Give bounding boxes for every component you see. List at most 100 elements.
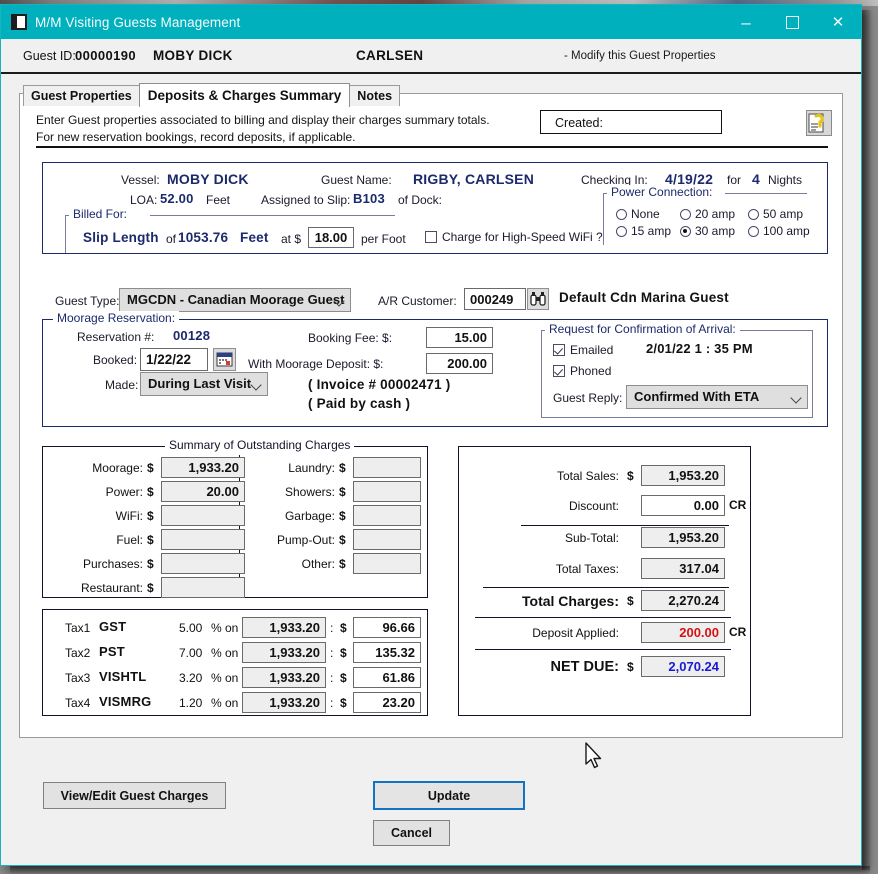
tax2-base[interactable]: 1,933.20: [242, 642, 326, 663]
ar-customer-name: Default Cdn Marina Guest: [559, 290, 729, 305]
guest-reply-select[interactable]: Confirmed With ETA: [626, 385, 808, 409]
discount-input[interactable]: 0.00: [641, 495, 725, 516]
tax3-base[interactable]: 1,933.20: [242, 667, 326, 688]
charge-label-garbage: Garbage:: [253, 509, 335, 523]
tax4-num: Tax4: [65, 696, 90, 710]
net-due-label: NET DUE:: [487, 659, 619, 675]
power-option-30amp[interactable]: 30 amp: [680, 224, 735, 238]
calendar-icon[interactable]: [213, 348, 236, 371]
guest-name-value: RIGBY, CARLSEN: [413, 171, 534, 187]
charge-input-restaurant[interactable]: [161, 577, 245, 598]
help-document-icon[interactable]: [806, 110, 832, 136]
charge-input-other[interactable]: [353, 553, 421, 574]
total-sales-label: Total Sales:: [489, 469, 619, 483]
guest-type-label: Guest Type:: [55, 294, 119, 308]
phoned-checkbox-box: [553, 365, 565, 377]
power-option-15amp[interactable]: 15 amp: [616, 224, 671, 238]
made-label: Made:: [105, 378, 138, 392]
charge-input-pump-out[interactable]: [353, 529, 421, 550]
booked-date-input[interactable]: 1/22/22: [140, 348, 208, 371]
power-option-none[interactable]: None: [616, 207, 660, 221]
outstanding-charges-title: Summary of Outstanding Charges: [165, 438, 354, 452]
charge-input-moorage[interactable]: 1,933.20: [161, 457, 245, 478]
tax4-base[interactable]: 1,933.20: [242, 692, 326, 713]
tab-deposits-charges-summary[interactable]: Deposits & Charges Summary: [139, 83, 351, 107]
intro-line-2: For new reservation bookings, record dep…: [36, 129, 490, 146]
totals-divider-1: [521, 525, 729, 526]
charge-input-purchases[interactable]: [161, 553, 245, 574]
tax4-amount[interactable]: 23.20: [353, 692, 421, 713]
tax1-rate: 5.00: [179, 621, 202, 635]
chevron-down-icon: [250, 379, 261, 390]
dock-label: of Dock:: [398, 193, 442, 207]
paid-by-line: ( Paid by cash ): [308, 396, 410, 411]
header-guest-surname: CARLSEN: [356, 48, 423, 63]
charge-input-showers[interactable]: [353, 481, 421, 502]
charge-input-fuel[interactable]: [161, 529, 245, 550]
charge-label-fuel: Fuel:: [65, 533, 143, 547]
moorage-deposit-input[interactable]: 200.00: [426, 353, 493, 374]
view-edit-guest-charges-button[interactable]: View/Edit Guest Charges: [43, 782, 226, 809]
app-window: M/M Visiting Guests Management – ✕ Guest…: [0, 4, 862, 866]
reservation-number-value: 00128: [173, 328, 210, 343]
tax1-code: GST: [99, 619, 126, 634]
deposit-applied-label: Deposit Applied:: [483, 626, 619, 640]
nights-value: 4: [752, 171, 760, 187]
nights-label: Nights: [768, 173, 802, 187]
charge-label-power: Power:: [65, 485, 143, 499]
ar-customer-input[interactable]: 000249: [464, 288, 526, 310]
tab-guest-properties[interactable]: Guest Properties: [23, 85, 140, 106]
cancel-button[interactable]: Cancel: [373, 820, 450, 846]
totals-panel: Total Sales: $ 1,953.20 Discount: 0.00 C…: [458, 446, 751, 716]
charge-symbol: $: [339, 509, 346, 523]
rate-input[interactable]: 18.00: [308, 227, 354, 248]
charge-input-garbage[interactable]: [353, 505, 421, 526]
charge-input-laundry[interactable]: [353, 457, 421, 478]
total-sales-value: 1,953.20: [641, 465, 725, 486]
tax1-num: Tax1: [65, 621, 90, 635]
phoned-checkbox[interactable]: Phoned: [553, 364, 611, 378]
close-button[interactable]: ✕: [815, 5, 861, 39]
power-option-50amp[interactable]: 50 amp: [748, 207, 803, 221]
charge-input-power[interactable]: 20.00: [161, 481, 245, 502]
emailed-checkbox-box: [553, 344, 565, 356]
power-option-100amp[interactable]: 100 amp: [748, 224, 810, 238]
charge-symbol: $: [147, 509, 154, 523]
tax3-amount[interactable]: 61.86: [353, 667, 421, 688]
vessel-value: MOBY DICK: [167, 171, 249, 187]
tax1-amount[interactable]: 96.66: [353, 617, 421, 638]
total-charges-value: 2,270.24: [641, 590, 725, 611]
power-option-20amp[interactable]: 20 amp: [680, 207, 735, 221]
intro-text: Enter Guest properties associated to bil…: [36, 112, 490, 146]
tab-panel-deposits-charges: Enter Guest properties associated to bil…: [19, 93, 843, 738]
loa-value: 52.00: [160, 191, 194, 206]
tax1-pct-on: % on: [211, 621, 238, 635]
created-field[interactable]: Created:: [540, 110, 722, 134]
moorage-reservation-panel: Moorage Reservation: Reservation #: 0012…: [42, 319, 828, 427]
tax2-amount[interactable]: 135.32: [353, 642, 421, 663]
binoculars-icon[interactable]: [527, 288, 549, 310]
tax3-code: VISHTL: [99, 669, 146, 684]
update-button[interactable]: Update: [373, 781, 525, 810]
billed-at-label: at $: [281, 232, 301, 246]
booking-fee-input[interactable]: 15.00: [426, 327, 493, 348]
radio-dot-selected: [680, 226, 691, 237]
radio-dot: [680, 209, 691, 220]
phoned-label: Phoned: [570, 364, 611, 378]
tax2-code: PST: [99, 644, 125, 659]
tab-notes[interactable]: Notes: [349, 85, 400, 106]
totals-divider-4: [475, 649, 731, 650]
totals-divider-3: [475, 617, 731, 618]
charge-input-wifi[interactable]: [161, 505, 245, 526]
billed-length: 1053.76: [178, 230, 228, 245]
radio-dot: [616, 226, 627, 237]
wifi-charge-checkbox[interactable]: Charge for High-Speed WiFi ?: [425, 230, 603, 244]
guest-type-select[interactable]: MGCDN - Canadian Moorage Guest: [119, 288, 351, 312]
charge-label-purchases: Purchases:: [55, 557, 143, 571]
emailed-checkbox[interactable]: Emailed: [553, 343, 613, 357]
made-select[interactable]: During Last Visit: [140, 372, 268, 396]
maximize-button[interactable]: [769, 5, 815, 39]
charge-symbol: $: [147, 557, 154, 571]
power-option-label: 20 amp: [695, 207, 735, 221]
tax1-base[interactable]: 1,933.20: [242, 617, 326, 638]
